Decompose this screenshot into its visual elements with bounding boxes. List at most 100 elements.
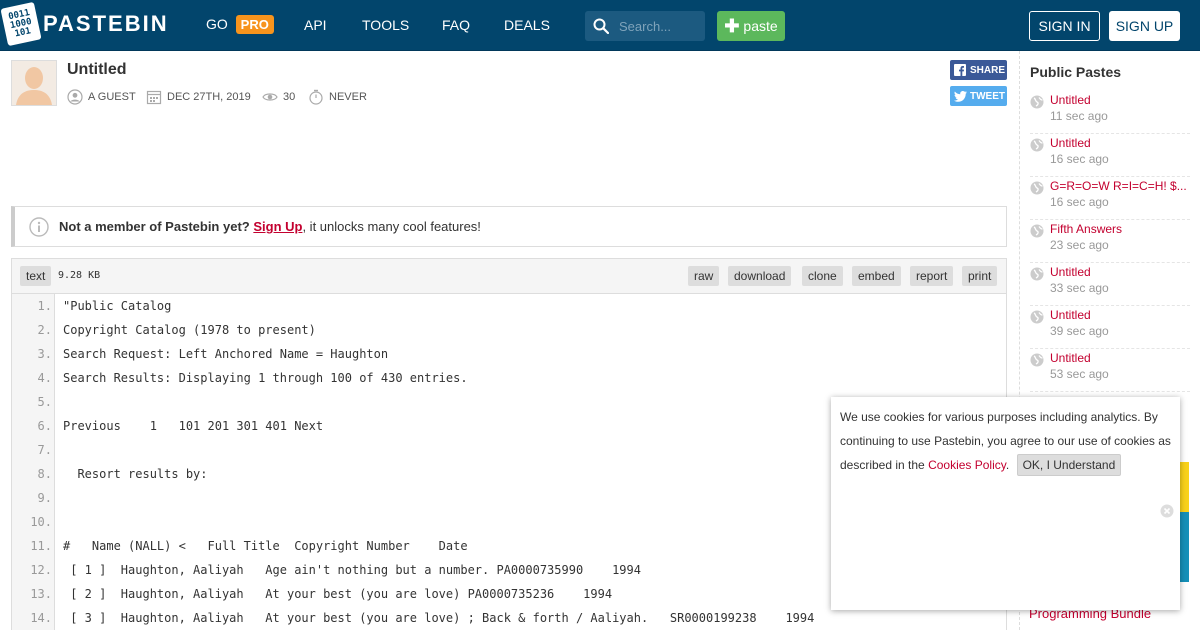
sign-up-button[interactable]: SIGN UP xyxy=(1109,11,1180,41)
line-number: 1. xyxy=(37,299,52,313)
public-paste-time: 11 sec ago xyxy=(1050,109,1108,123)
public-paste-item[interactable]: Untitled 16 sec ago xyxy=(1030,134,1190,177)
views-value: 30 xyxy=(283,91,296,103)
facebook-icon xyxy=(954,64,966,76)
line-number: 3. xyxy=(37,347,52,361)
expiry-value: NEVER xyxy=(329,91,367,103)
public-paste-link[interactable]: Untitled xyxy=(1050,265,1190,279)
paste-views: 30 xyxy=(262,89,295,105)
globe-icon xyxy=(1030,95,1044,109)
public-paste-item[interactable]: Untitled 53 sec ago xyxy=(1030,349,1190,392)
public-paste-time: 16 sec ago xyxy=(1050,152,1109,166)
line-number: 9. xyxy=(37,491,52,505)
nav-tools[interactable]: TOOLS xyxy=(362,17,409,33)
facebook-share-button[interactable]: SHARE xyxy=(950,60,1007,80)
info-icon xyxy=(29,216,49,237)
line-number: 14. xyxy=(30,611,52,625)
paste-date: DEC 27TH, 2019 xyxy=(146,89,251,105)
eye-icon xyxy=(262,93,278,101)
line-number: 4. xyxy=(37,371,52,385)
globe-icon xyxy=(1030,310,1044,324)
search-input[interactable] xyxy=(613,11,703,41)
public-paste-item[interactable]: G=R=O=W R=I=C=H! $... 16 sec ago xyxy=(1030,177,1190,220)
nav-go-pro[interactable]: GO PRO xyxy=(206,15,274,34)
cookie-consent-popup: We use cookies for various purposes incl… xyxy=(831,397,1180,610)
globe-icon xyxy=(1030,138,1044,152)
pastebin-logo[interactable]: 0011 1000 101 PASTEBIN xyxy=(0,1,169,47)
line-number: 8. xyxy=(37,467,52,481)
code-line: [ 1 ] Haughton, Aaliyah Age ain't nothin… xyxy=(63,563,641,577)
public-paste-link[interactable]: Fifth Answers xyxy=(1050,222,1190,236)
print-button[interactable]: print xyxy=(962,266,998,286)
public-paste-link[interactable]: G=R=O=W R=I=C=H! $... xyxy=(1050,179,1190,193)
logo-text: PASTEBIN xyxy=(43,11,169,36)
cookie-text-end: . xyxy=(1005,458,1010,472)
line-number-gutter: 1. 2. 3. 4. 5. 6. 7. 8. 9. 10. 11. 12. 13. 14. xyxy=(12,294,55,630)
paste-title: Untitled xyxy=(67,61,127,78)
line-number: 12. xyxy=(30,563,52,577)
public-paste-item[interactable]: Untitled 11 sec ago xyxy=(1030,91,1190,134)
report-button[interactable]: report xyxy=(910,266,954,286)
twitter-tweet-button[interactable]: TWEET xyxy=(950,86,1007,106)
cookie-message: We use cookies for various purposes incl… xyxy=(840,405,1172,477)
notice-tail: , it unlocks many cool features! xyxy=(302,219,481,234)
code-line: Search Results: Displaying 1 through 100… xyxy=(63,371,468,385)
nav-api[interactable]: API xyxy=(304,17,327,33)
plus-icon: ✚ xyxy=(724,16,740,36)
syntax-language-tag[interactable]: text xyxy=(20,266,52,286)
public-paste-link[interactable]: Untitled xyxy=(1050,351,1190,365)
user-icon xyxy=(67,89,83,105)
search-icon[interactable] xyxy=(593,18,609,34)
calendar-icon xyxy=(146,90,162,105)
public-paste-link[interactable]: Untitled xyxy=(1050,136,1190,150)
public-paste-time: 16 sec ago xyxy=(1050,195,1109,209)
public-paste-item[interactable]: Untitled 33 sec ago xyxy=(1030,263,1190,306)
code-line: Search Request: Left Anchored Name = Hau… xyxy=(63,347,389,361)
code-toolbar: text 9.28 KB raw download clone embed re… xyxy=(12,259,1006,294)
paste-author: A GUEST xyxy=(67,89,136,105)
nav-faq[interactable]: FAQ xyxy=(442,17,470,33)
download-button[interactable]: download xyxy=(728,266,792,286)
avatar-person-icon xyxy=(12,61,56,105)
cookies-policy-link[interactable]: Cookies Policy xyxy=(928,458,1006,472)
public-paste-link[interactable]: Untitled xyxy=(1050,93,1190,107)
line-number: 6. xyxy=(37,419,52,433)
sign-in-button[interactable]: SIGN IN xyxy=(1029,11,1100,41)
paste-expiry: NEVER xyxy=(308,89,367,105)
top-header: 0011 1000 101 PASTEBIN GO PRO API TOOLS FA… xyxy=(0,0,1200,51)
new-paste-button[interactable]: ✚ paste xyxy=(717,11,785,41)
timer-icon xyxy=(309,89,323,105)
code-line: [ 2 ] Haughton, Aaliyah At your best (yo… xyxy=(63,587,613,601)
public-paste-item[interactable]: Fifth Answers 23 sec ago xyxy=(1030,220,1190,263)
code-line: "Public Catalog xyxy=(63,299,172,313)
date-value: DEC 27TH, 2019 xyxy=(167,91,251,103)
close-icon[interactable] xyxy=(1160,504,1174,518)
cookie-accept-button[interactable]: OK, I Understand xyxy=(1016,454,1122,476)
public-paste-time: 23 sec ago xyxy=(1050,238,1109,252)
code-line: [ 3 ] Haughton, Aaliyah At your best (yo… xyxy=(63,611,815,625)
code-line: Copyright Catalog (1978 to present) xyxy=(63,323,316,337)
pro-badge: PRO xyxy=(235,15,274,34)
notice-lead: Not a member of Pastebin yet? xyxy=(59,219,250,234)
paste-size: 9.28 KB xyxy=(58,270,101,281)
line-number: 13. xyxy=(30,587,52,601)
author-name: A GUEST xyxy=(88,91,136,103)
twitter-icon xyxy=(954,90,967,102)
raw-button[interactable]: raw xyxy=(688,266,720,286)
notice-signup-link[interactable]: Sign Up xyxy=(253,219,302,234)
embed-button[interactable]: embed xyxy=(852,266,901,286)
line-number: 5. xyxy=(37,395,52,409)
search-box xyxy=(585,11,705,41)
nav-go-label: GO xyxy=(206,16,228,32)
public-paste-link[interactable]: Untitled xyxy=(1050,308,1190,322)
public-paste-time: 39 sec ago xyxy=(1050,324,1109,338)
clone-button[interactable]: clone xyxy=(802,266,843,286)
public-paste-time: 33 sec ago xyxy=(1050,281,1109,295)
tweet-label: TWEET xyxy=(970,90,1005,102)
public-paste-item[interactable]: Untitled 39 sec ago xyxy=(1030,306,1190,349)
globe-icon xyxy=(1030,353,1044,367)
nav-deals[interactable]: DEALS xyxy=(504,17,550,33)
code-line: # Name (NALL) < Full Title Copyright Num… xyxy=(63,539,468,553)
line-number: 11. xyxy=(30,539,52,553)
share-label: SHARE xyxy=(970,64,1006,76)
